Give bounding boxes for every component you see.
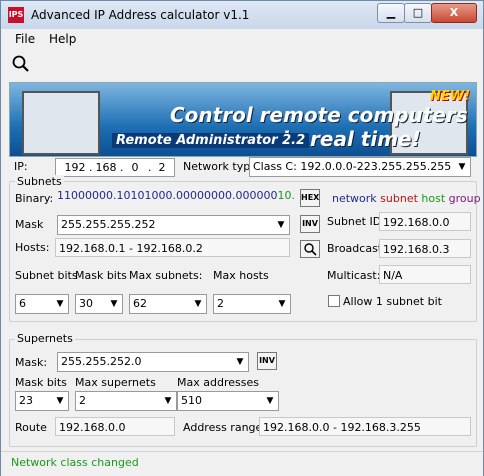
maximize-button[interactable]: □ [404, 3, 432, 23]
max-subnets-label: Max subnets: [129, 269, 203, 282]
menu-file[interactable]: File [15, 32, 35, 46]
binary-value: 11000000.10101000.00000000.00000010. [57, 189, 295, 202]
mask-bits-select[interactable]: 30 ▼ [75, 294, 123, 314]
allow-subnet-bit-label: Allow 1 subnet bit [343, 295, 442, 308]
chevron-down-icon: ▼ [56, 396, 64, 406]
network-type-value: Class C: 192.0.0.0-223.255.255.255 [253, 160, 452, 173]
supernet-mask-label: Mask: [15, 356, 48, 369]
chevron-down-icon: ▼ [236, 357, 244, 367]
max-hosts-select[interactable]: 2 ▼ [213, 294, 291, 314]
ip-octet-4[interactable]: 2 [151, 159, 173, 176]
chevron-down-icon: ▼ [278, 299, 286, 309]
window-title: Advanced IP Address calculator v1.1 [31, 8, 250, 22]
chevron-down-icon: ▼ [110, 299, 118, 309]
chevron-down-icon: ▼ [56, 299, 64, 309]
hex-button[interactable]: HEX [300, 189, 320, 207]
ip-dot: . [120, 161, 124, 174]
ad-banner[interactable]: Control remote computers in real time! R… [9, 82, 477, 157]
multicast-field[interactable]: N/A [379, 265, 471, 284]
supernet-mask-select[interactable]: 255.255.252.0 ▼ [57, 352, 249, 372]
supernet-mask-bits-value: 23 [19, 394, 33, 407]
ip-label: IP: [14, 160, 28, 173]
ip-input[interactable]: 192 . 168 . 0 . 2 [55, 158, 175, 177]
route-label: Route [15, 421, 47, 434]
search-icon[interactable] [11, 54, 31, 74]
subnet-id-field[interactable]: 192.168.0.0 [379, 212, 471, 231]
hosts-field[interactable]: 192.168.0.1 - 192.168.0.2 [55, 238, 290, 257]
max-addresses-select[interactable]: 510 ▼ [177, 391, 279, 411]
chevron-down-icon: ▼ [266, 396, 274, 406]
allow-subnet-bit-checkbox[interactable] [328, 295, 340, 307]
ip-octet-1[interactable]: 192 [62, 159, 88, 176]
ip-octet-3[interactable]: 0 [124, 159, 146, 176]
legend-network: network [332, 192, 377, 205]
search-icon [303, 243, 317, 258]
max-supernets-label: Max supernets [75, 376, 156, 389]
route-field[interactable]: 192.168.0.0 [55, 417, 175, 436]
toolbar [1, 50, 483, 78]
minimize-button[interactable]: ▁ [377, 3, 405, 23]
status-bar: Network class changed [1, 451, 483, 476]
legend-host: host [421, 192, 446, 205]
supernet-inv-button[interactable]: INV [257, 352, 277, 370]
subnets-group-label: Subnets [15, 175, 64, 188]
address-range-field[interactable]: 192.168.0.0 - 192.168.3.255 [259, 417, 471, 436]
binary-host-bits: 10. [277, 189, 295, 202]
ip-dot: . [89, 161, 93, 174]
menu-help[interactable]: Help [49, 32, 76, 46]
subnet-id-label: Subnet ID: [327, 215, 385, 228]
supernet-mask-value: 255.255.252.0 [61, 355, 142, 368]
address-range-label: Address range: [183, 421, 266, 434]
menu-bar: File Help [1, 29, 483, 49]
max-hosts-label: Max hosts [213, 269, 269, 282]
banner-product: Remote Administrator 2.2 [112, 133, 310, 148]
supernet-mask-bits-select[interactable]: 23 ▼ [15, 391, 69, 411]
mask-bits-value: 30 [79, 297, 93, 310]
max-hosts-value: 2 [217, 297, 224, 310]
banner-headline-1: Control remote computers [170, 103, 468, 127]
supernet-mask-bits-label: Mask bits [15, 376, 67, 389]
legend-group: group [448, 192, 481, 205]
banner-screen-left [22, 91, 100, 155]
color-legend: network subnet host group [332, 192, 481, 205]
lookup-button[interactable] [300, 240, 320, 258]
close-button[interactable]: X [431, 3, 477, 23]
max-subnets-value: 62 [133, 297, 147, 310]
mask-bits-label: Mask bits [75, 269, 127, 282]
subnet-bits-select[interactable]: 6 ▼ [15, 294, 69, 314]
subnet-bits-label: Subnet bits [15, 269, 78, 282]
binary-label: Binary: [15, 192, 54, 205]
chevron-down-icon: ▼ [194, 299, 202, 309]
max-addresses-label: Max addresses [177, 376, 259, 389]
chevron-down-icon: ▼ [458, 162, 466, 172]
app-icon: IPS [8, 7, 24, 23]
broadcast-label: Broadcast: [327, 242, 386, 255]
max-subnets-select[interactable]: 62 ▼ [129, 294, 207, 314]
multicast-label: Multicast: [327, 269, 381, 282]
mask-label: Mask [15, 218, 44, 231]
max-addresses-value: 510 [181, 394, 202, 407]
max-supernets-select[interactable]: 2 ▼ [75, 391, 177, 411]
mask-value: 255.255.255.252 [61, 218, 156, 231]
legend-subnet: subnet [380, 192, 418, 205]
subnet-bits-value: 6 [19, 297, 26, 310]
ip-octet-2[interactable]: 168 [93, 159, 119, 176]
main-window: IPS Advanced IP Address calculator v1.1 … [0, 0, 484, 476]
max-supernets-value: 2 [79, 394, 86, 407]
chevron-down-icon: ▼ [164, 396, 172, 406]
mask-select[interactable]: 255.255.255.252 ▼ [57, 215, 290, 235]
hosts-label: Hosts: [15, 241, 50, 254]
inv-button[interactable]: INV [300, 215, 320, 233]
binary-network-bits: 11000000.10101000.00000000.000000 [57, 189, 278, 202]
broadcast-field[interactable]: 192.168.0.3 [379, 239, 471, 258]
status-text: Network class changed [11, 456, 139, 469]
title-bar[interactable]: IPS Advanced IP Address calculator v1.1 … [1, 1, 483, 30]
network-type-select[interactable]: Class C: 192.0.0.0-223.255.255.255 ▼ [249, 157, 471, 177]
supernets-group-label: Supernets [15, 332, 75, 345]
banner-new-badge: NEW! [429, 89, 470, 104]
chevron-down-icon: ▼ [277, 220, 285, 230]
